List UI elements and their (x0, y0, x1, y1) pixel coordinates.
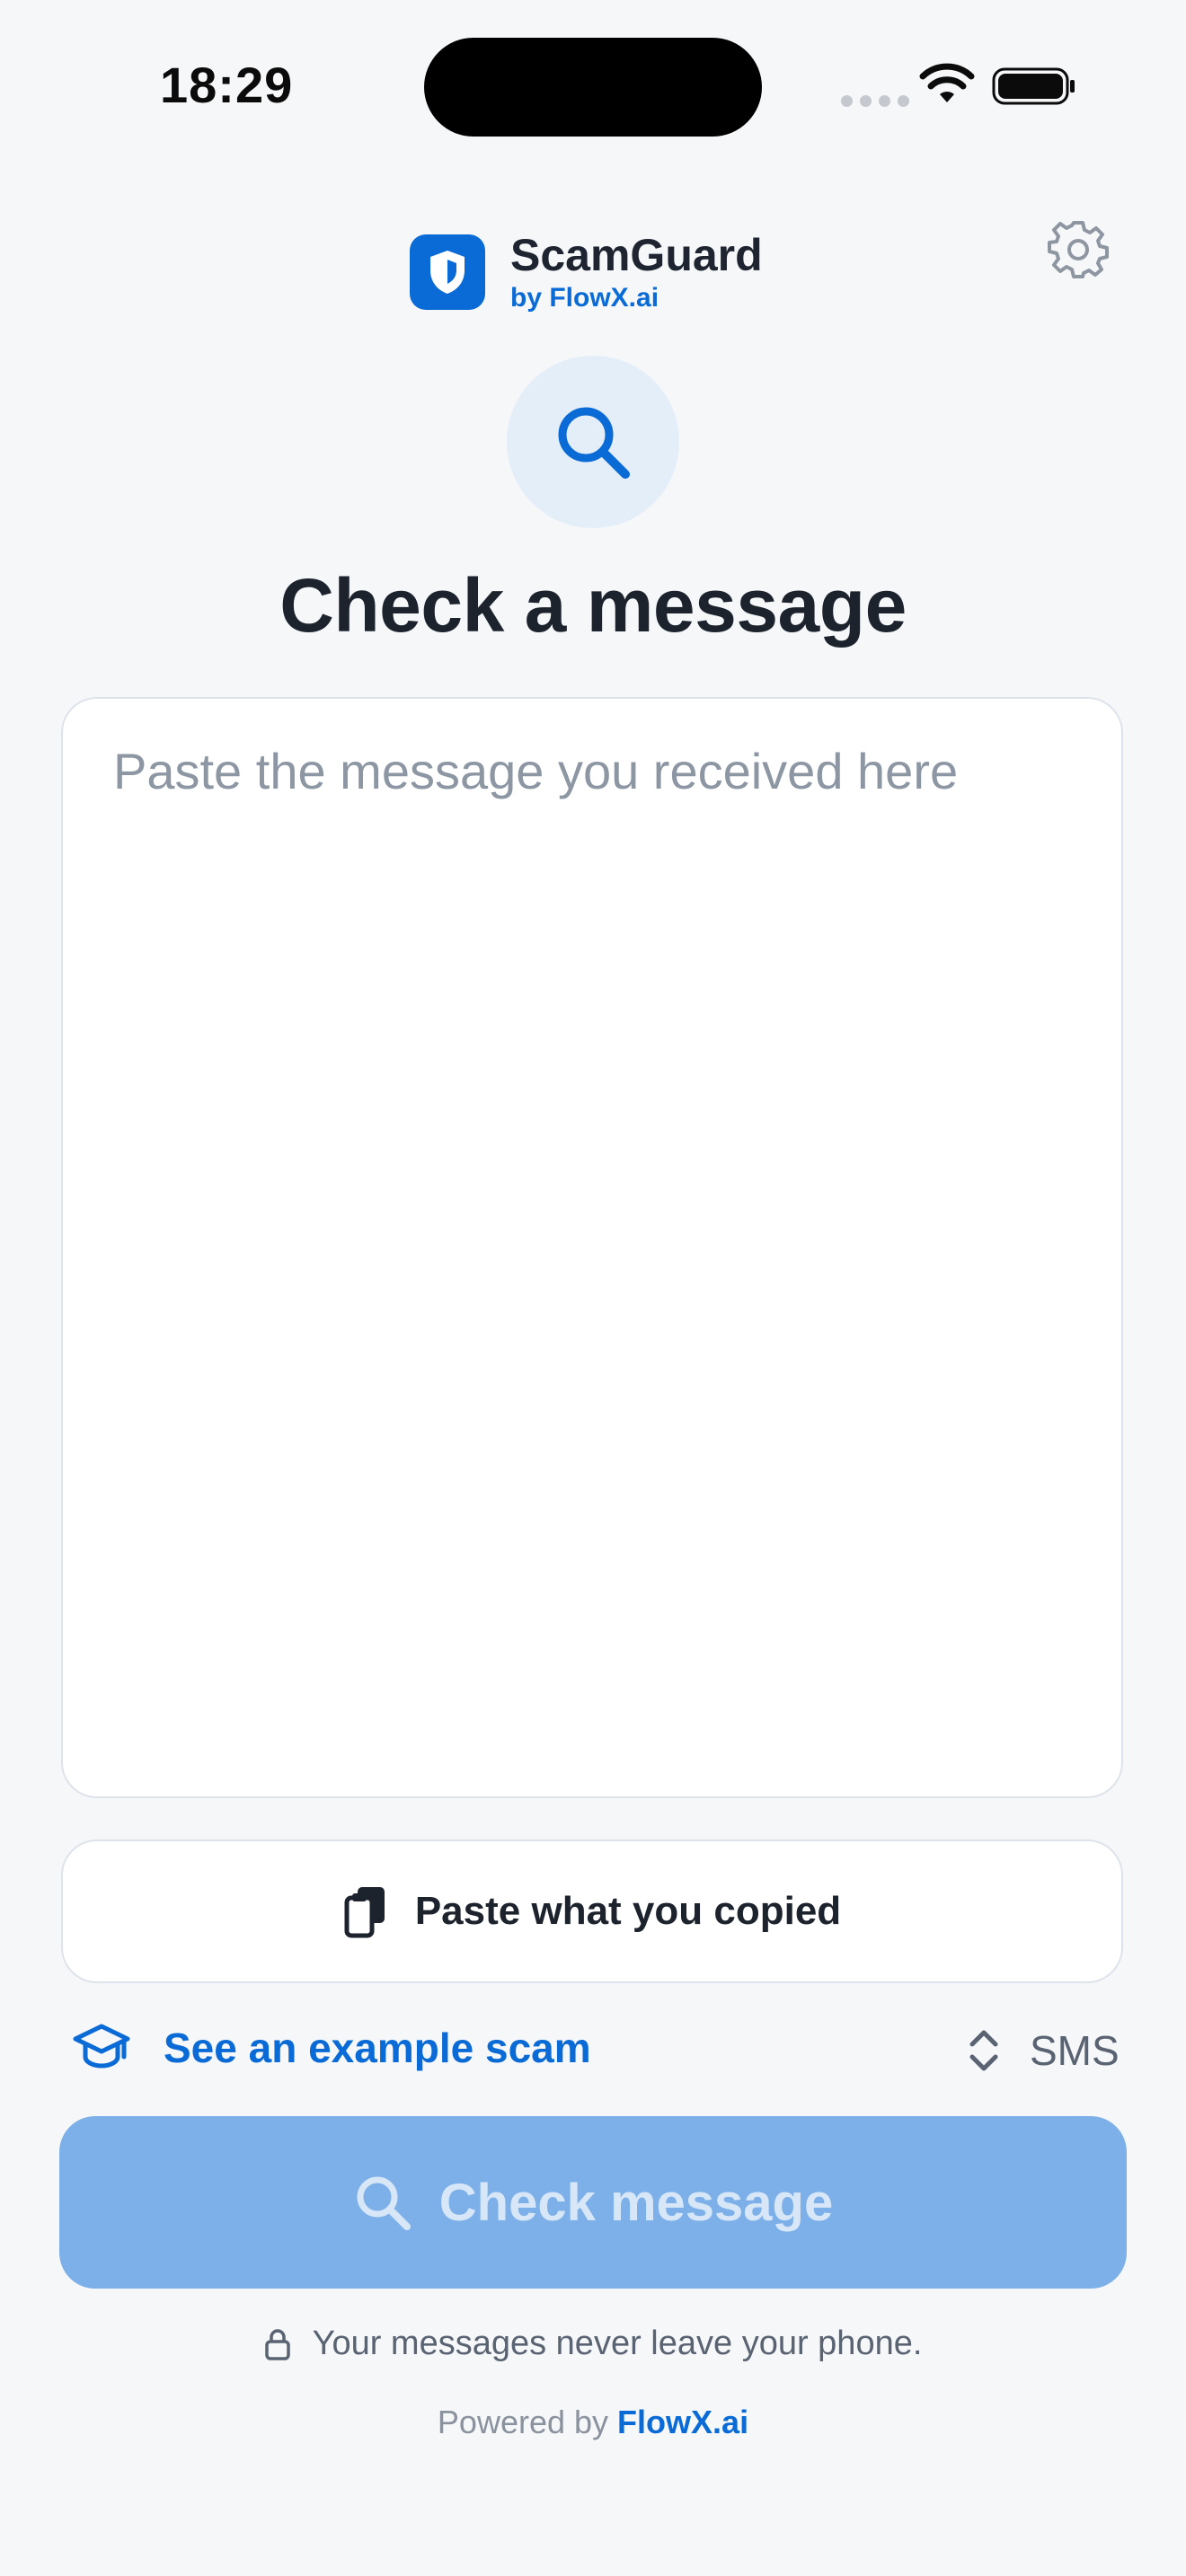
message-input[interactable] (113, 742, 1066, 1730)
search-icon (558, 407, 630, 479)
dynamic-island (424, 38, 762, 137)
paste-button[interactable]: Paste what you copied (61, 1839, 1123, 1983)
search-icon (357, 2176, 411, 2230)
gear-icon[interactable] (1048, 219, 1109, 280)
app-brand: ScamGuard by FlowX.ai (410, 230, 763, 314)
clipboard-icon (344, 1887, 385, 1938)
graduation-cap-icon (73, 2024, 130, 2069)
flowx-link[interactable]: FlowX.ai (617, 2404, 748, 2440)
lock-icon (264, 2328, 290, 2360)
powered-by-prefix: Powered by (437, 2404, 609, 2440)
message-type-selector[interactable]: SMS (965, 2025, 1120, 2077)
battery-icon (992, 67, 1075, 105)
example-scam-label: See an example scam (164, 2025, 591, 2071)
privacy-note-text: Your messages never leave your phone. (312, 2325, 923, 2362)
example-scam-link[interactable]: See an example scam (72, 2021, 591, 2075)
message-input-card (61, 697, 1123, 1798)
paste-button-label: Paste what you copied (414, 1889, 842, 1933)
shield-icon (410, 234, 485, 310)
chevron-up-down-icon (969, 2030, 998, 2071)
powered-by-footer: Powered by FlowX.ai (0, 2404, 1186, 2441)
app-name: ScamGuard (510, 230, 763, 280)
status-time: 18:29 (160, 57, 294, 113)
cellular-signal-icon (841, 95, 909, 107)
search-badge (507, 356, 679, 528)
check-message-label: Check message (438, 2173, 834, 2232)
app-byline: by FlowX.ai (510, 283, 659, 313)
check-message-button[interactable]: Check message (59, 2116, 1127, 2289)
message-type-value: SMS (1030, 2027, 1120, 2074)
privacy-note: Your messages never leave your phone. (0, 2325, 1186, 2363)
page-title: Check a message (279, 563, 907, 648)
wifi-icon (919, 63, 975, 102)
